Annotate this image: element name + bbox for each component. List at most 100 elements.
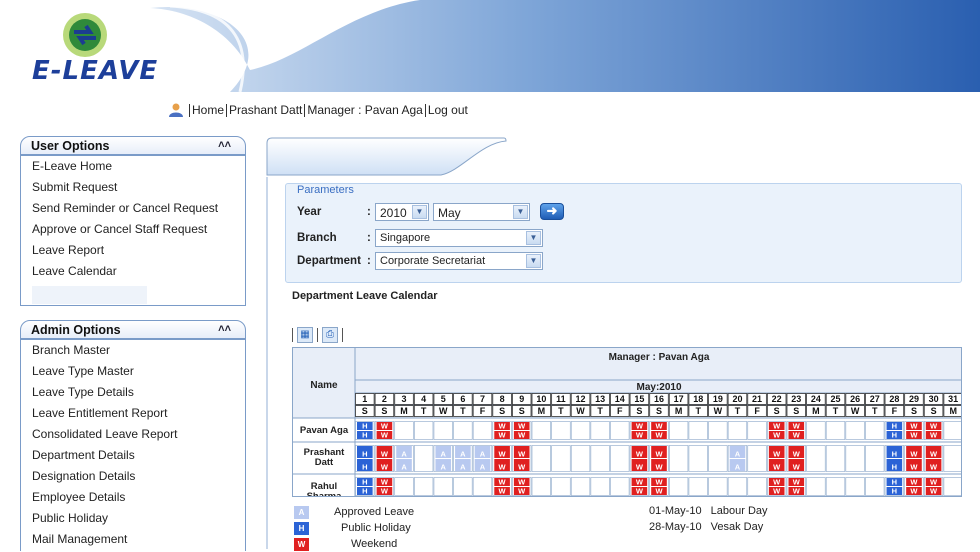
leave-code: H (362, 487, 367, 496)
leave-code: H (362, 478, 367, 487)
calendar-cell (688, 477, 708, 496)
branch-select[interactable]: Singapore ▼ (375, 229, 543, 247)
export-excel-icon[interactable]: ▦ (297, 327, 313, 343)
weekday-letter: T (695, 406, 701, 416)
menu-item[interactable]: E-Leave Home (21, 156, 245, 177)
month-select[interactable]: May ▼ (433, 203, 530, 221)
menu-item[interactable]: Mail Management (21, 529, 245, 550)
year-select[interactable]: 2010 ▼ (375, 203, 429, 221)
menu-item[interactable]: Employee Details (21, 487, 245, 508)
leave-code: A (480, 450, 486, 459)
weekday-letter: S (793, 406, 799, 416)
menu-item[interactable]: Consolidated Leave Report (21, 424, 245, 445)
calendar-cell (570, 421, 591, 440)
leave-code: W (910, 487, 918, 496)
menu-item[interactable]: Submit Request (21, 177, 245, 198)
leave-code: A (441, 450, 447, 459)
calendar-cell (806, 445, 826, 472)
print-icon[interactable]: ⎙ (322, 327, 338, 343)
leave-code: W (636, 450, 644, 459)
day-number: 12 (576, 394, 586, 404)
chevron-down-icon: ▼ (526, 231, 541, 245)
weekday-letter: M (538, 406, 546, 416)
content-divider (266, 177, 268, 549)
leave-code: H (362, 431, 367, 440)
menu-item[interactable]: Leave Type Details (21, 382, 245, 403)
calendar-cell (531, 421, 551, 440)
leave-code: W (793, 487, 801, 496)
day-number: 23 (791, 394, 801, 404)
day-number: 3 (402, 394, 407, 404)
day-number: 10 (536, 394, 546, 404)
leave-code: W (773, 478, 781, 487)
weekday-letter: F (480, 406, 486, 416)
weekday-letter: W (851, 406, 860, 416)
calendar-cell (394, 477, 414, 496)
day-number: 18 (693, 394, 703, 404)
day-number: 14 (615, 394, 625, 404)
weekday-letter: M (400, 406, 408, 416)
day-number: 22 (772, 394, 782, 404)
leave-code: A (401, 463, 407, 472)
leave-code: A (441, 463, 447, 472)
leave-code: W (655, 463, 663, 472)
menu-item[interactable]: Leave Type Master (21, 361, 245, 382)
leave-code: W (381, 431, 389, 440)
menu-item[interactable]: Send Reminder or Cancel Request (21, 198, 245, 219)
leave-code: W (930, 422, 938, 431)
weekday-letter: T (735, 406, 741, 416)
holiday-list-item: 01-May-10 Labour Day (649, 505, 768, 517)
header-banner: E-LEAVE (0, 0, 980, 92)
day-number: 6 (460, 394, 465, 404)
logo-text: E-LEAVE (32, 56, 159, 86)
leave-code: W (910, 422, 918, 431)
day-number: 31 (948, 394, 958, 404)
menu-item[interactable]: Branch Master (21, 340, 245, 361)
admin-options-header[interactable]: Admin Options ˄˄ (20, 320, 246, 339)
leave-code: W (655, 487, 663, 496)
admin-options-menu: Branch Master Leave Type Master Leave Type… (21, 340, 245, 550)
leave-code: W (499, 450, 507, 459)
menu-filler (32, 286, 147, 304)
leave-code: W (518, 478, 526, 487)
weekday-letter: F (892, 406, 898, 416)
menu-item[interactable]: Leave Report (21, 240, 245, 261)
calendar-cell (610, 445, 630, 472)
department-select[interactable]: Corporate Secretariat ▼ (375, 252, 543, 270)
menu-item[interactable]: Public Holiday (21, 508, 245, 529)
legend: A Approved Leave H Public Holiday W Week… (294, 504, 414, 552)
chevron-down-icon: ▼ (513, 205, 528, 219)
user-options-header[interactable]: User Options ˄˄ (20, 136, 246, 155)
double-chevron-up-icon[interactable]: ˄˄ (218, 323, 231, 335)
menu-item[interactable]: Approve or Cancel Staff Request (21, 219, 245, 240)
menu-item[interactable]: Department Details (21, 445, 245, 466)
go-arrow-button[interactable]: ➜ (540, 203, 564, 220)
leave-code: W (773, 450, 781, 459)
double-chevron-up-icon[interactable]: ˄˄ (218, 139, 231, 151)
logo-globe-icon (63, 13, 107, 57)
holiday-name: Vesak Day (710, 521, 764, 533)
leave-code: W (930, 463, 938, 472)
calendar-cell (590, 477, 610, 496)
department-colon: : (367, 255, 371, 267)
weekday-letter: S (381, 406, 387, 416)
menu-item[interactable]: Designation Details (21, 466, 245, 487)
calendar-cell (825, 421, 846, 440)
toolbar-separator (292, 328, 293, 342)
calendar-cell (669, 421, 689, 440)
menu-item[interactable]: Leave Entitlement Report (21, 403, 245, 424)
year-label: Year (297, 206, 322, 218)
calendar-cell (708, 477, 728, 496)
leave-code: W (518, 463, 526, 472)
nav-separator (424, 103, 426, 117)
calendar-cell (551, 477, 571, 496)
calendar-cell (943, 477, 961, 496)
logout-link[interactable]: Log out (428, 103, 468, 117)
menu-item[interactable]: Leave Calendar (21, 261, 245, 282)
parameters-legend: Parameters (295, 184, 356, 196)
day-number: 16 (654, 394, 664, 404)
leave-code: W (381, 487, 389, 496)
home-link[interactable]: Home (192, 103, 224, 117)
leave-code: H (892, 450, 897, 459)
weekday-letter: M (812, 406, 820, 416)
